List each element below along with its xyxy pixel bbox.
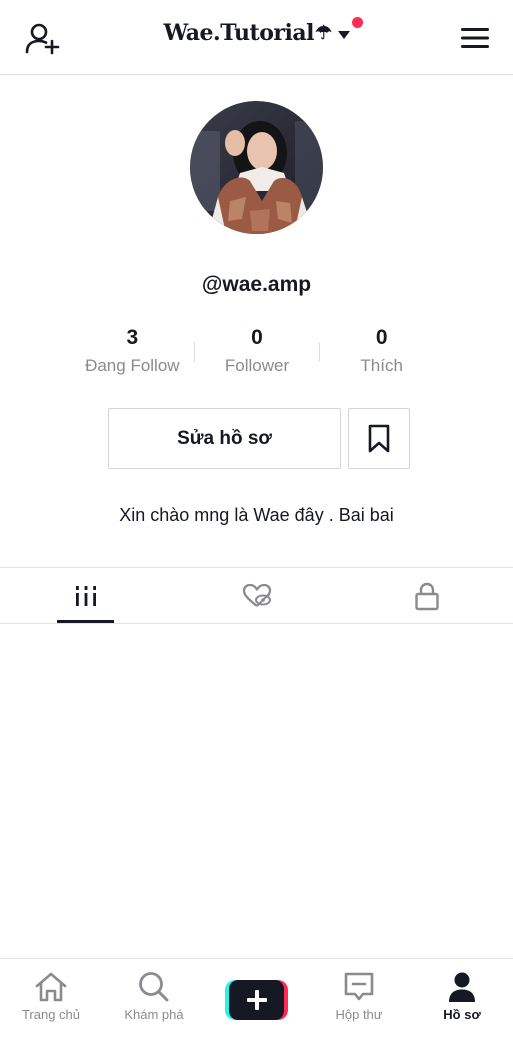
stat-likes-label: Thích xyxy=(360,356,403,375)
hamburger-menu-icon xyxy=(461,28,489,48)
nav-profile-label: Hồ sơ xyxy=(443,1007,481,1022)
stat-following-count: 3 xyxy=(126,326,139,349)
profile-stats: 3 Đang Follow 0 Follower 0 Thích xyxy=(70,324,444,384)
nav-inbox[interactable]: Hộp thư xyxy=(309,971,409,1022)
stat-following-label: Đang Follow xyxy=(85,356,180,375)
home-icon xyxy=(35,972,67,1002)
nav-inbox-label: Hộp thư xyxy=(335,1007,383,1022)
nav-explore-label: Khám phá xyxy=(124,1007,184,1022)
active-tab-indicator xyxy=(57,620,114,623)
stat-following[interactable]: 3 Đang Follow xyxy=(70,324,195,384)
menu-button[interactable] xyxy=(455,18,495,58)
profile-icon xyxy=(449,972,475,1002)
stat-likes-count: 0 xyxy=(375,326,388,349)
stat-followers-label: Follower xyxy=(224,356,290,375)
bookmarks-button[interactable] xyxy=(348,408,410,469)
edit-profile-button[interactable]: Sửa hồ sơ xyxy=(108,408,341,469)
stat-divider xyxy=(319,342,320,362)
account-title: Wae.Tutorial xyxy=(163,20,315,46)
profile-avatar[interactable] xyxy=(190,101,323,234)
tab-private[interactable] xyxy=(398,568,455,624)
stat-divider xyxy=(194,342,195,362)
stat-likes[interactable]: 0 Thích xyxy=(319,324,444,384)
inbox-icon xyxy=(344,972,374,1001)
tab-videos[interactable] xyxy=(57,568,114,624)
nav-explore[interactable]: Khám phá xyxy=(104,971,204,1022)
bottom-navigation: Trang chủ Khám phá Hộp thư Hồ sơ xyxy=(0,958,513,1054)
plus-icon xyxy=(246,990,267,1010)
username: @wae.amp xyxy=(201,273,312,296)
lock-icon xyxy=(414,582,439,611)
notification-dot xyxy=(352,17,363,28)
create-button-face xyxy=(229,980,284,1020)
caret-down-icon xyxy=(337,31,350,39)
stat-followers[interactable]: 0 Follower xyxy=(195,324,320,384)
liked-hidden-icon xyxy=(242,583,271,607)
create-button[interactable] xyxy=(225,980,288,1020)
avatar-image xyxy=(190,101,323,234)
stat-followers-count: 0 xyxy=(251,326,263,349)
tab-liked[interactable] xyxy=(228,568,285,624)
profile-tabs xyxy=(0,567,513,624)
nav-home[interactable]: Trang chủ xyxy=(1,971,101,1022)
umbrella-emoji: ☂ xyxy=(314,22,332,44)
videos-grid-icon xyxy=(75,586,96,606)
top-bar: Wae.Tutorial ☂ xyxy=(0,0,513,75)
account-switcher[interactable]: Wae.Tutorial ☂ xyxy=(0,20,513,46)
nav-home-label: Trang chủ xyxy=(21,1007,81,1022)
search-icon xyxy=(139,972,169,1002)
profile-bio: Xin chào mng là Wae đây . Bai bai xyxy=(119,505,394,525)
bookmark-icon xyxy=(368,424,390,452)
nav-profile[interactable]: Hồ sơ xyxy=(412,971,512,1022)
